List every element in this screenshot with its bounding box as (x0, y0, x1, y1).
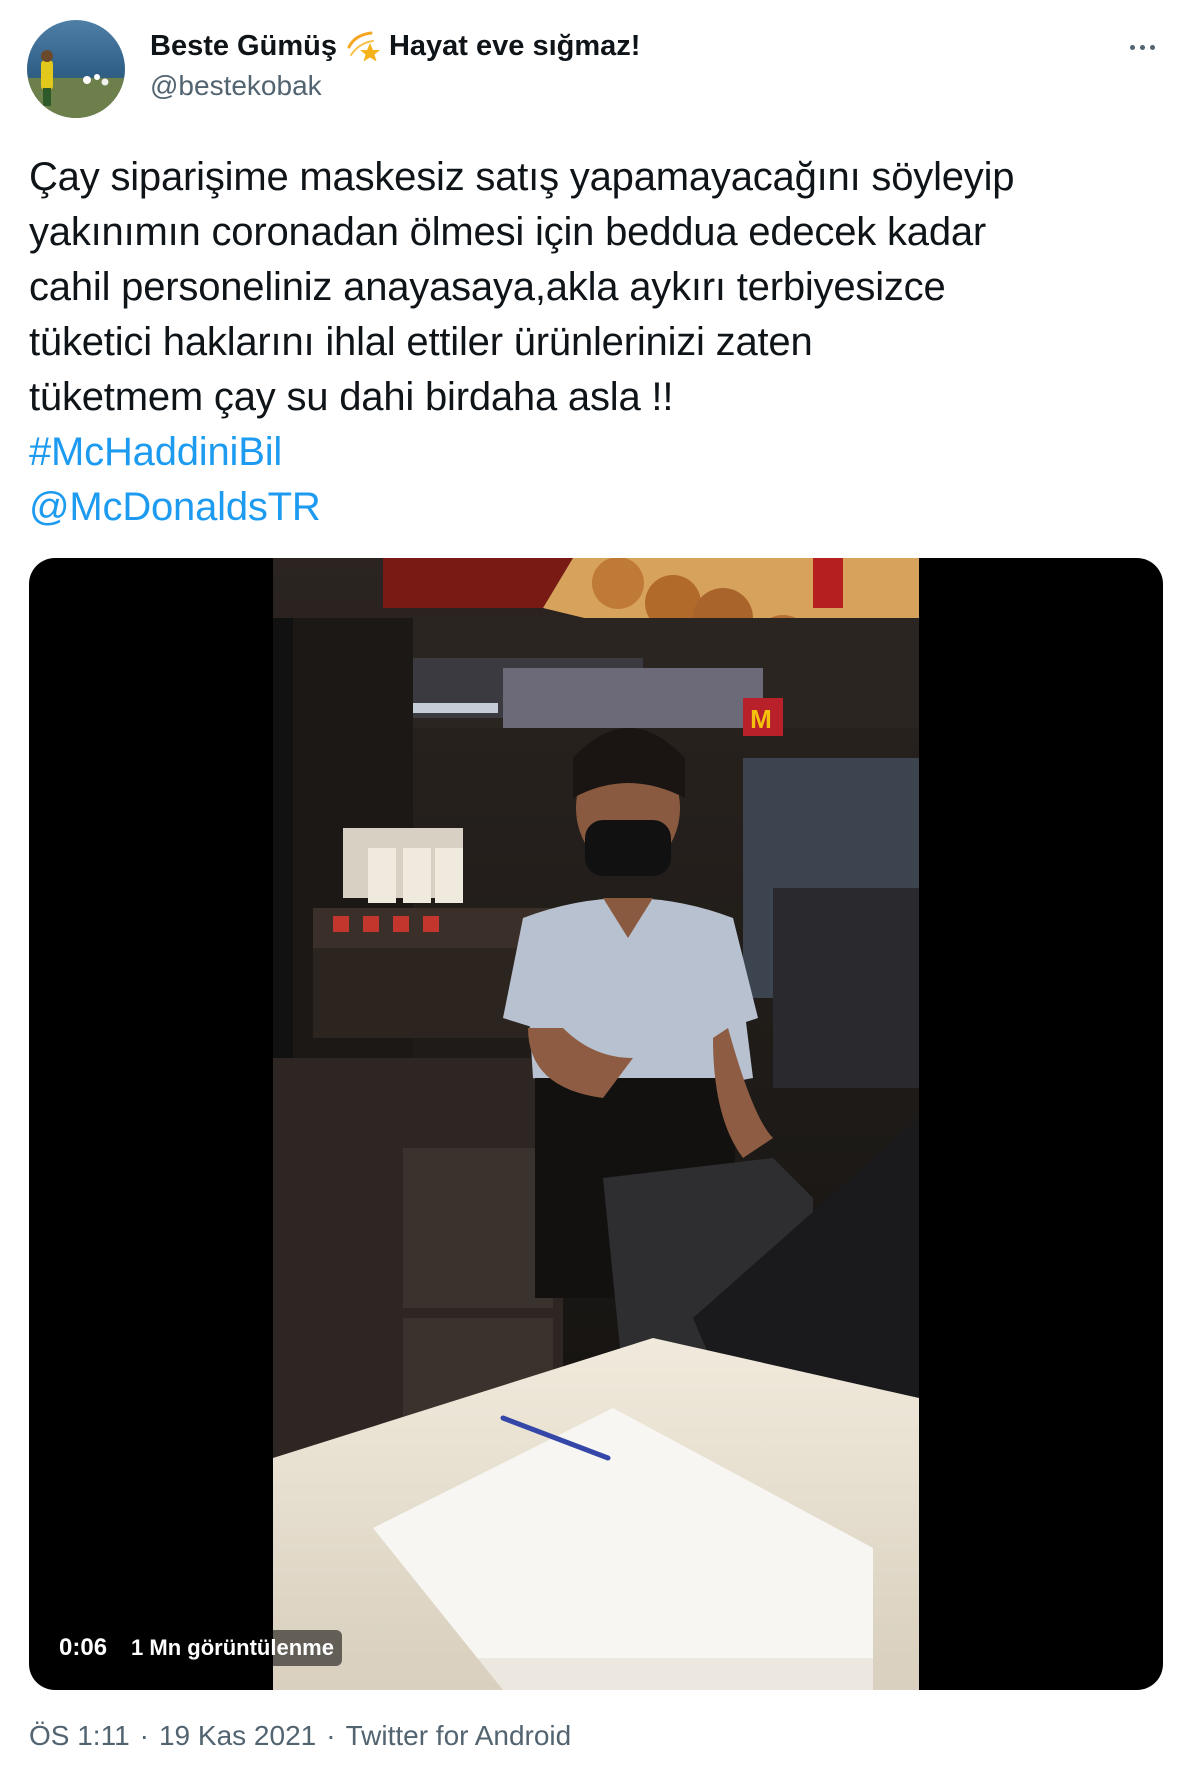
video-info-badge: 0:06 1 Mn görüntülenme (49, 1628, 352, 1668)
separator: · (326, 1720, 336, 1751)
separator: · (139, 1720, 149, 1751)
video-player[interactable]: M 0:06 1 Mn görüntülenme (29, 558, 1163, 1690)
tweet-line: cahil personeliniz anayasaya,akla aykırı… (29, 265, 946, 309)
video-duration: 0:06 (59, 1634, 108, 1661)
more-options-icon[interactable] (1122, 32, 1162, 62)
tweet-card: Beste Gümüş Hayat eve sığmaz! @bestekoba… (0, 0, 1200, 1782)
tweet-metadata: ÖS 1:11 · 19 Kas 2021 · Twitter for Android (29, 1720, 571, 1752)
tweet-text: Çay siparişime maskesiz satış yapamayaca… (29, 150, 1169, 535)
dizzy-star-icon (345, 27, 383, 65)
tweet-date[interactable]: 19 Kas 2021 (159, 1720, 316, 1751)
mention-link[interactable]: @McDonaldsTR (29, 480, 1169, 535)
handle[interactable]: @bestekobak (150, 70, 640, 102)
video-thumbnail: M (273, 558, 919, 1690)
display-name[interactable]: Beste Gümüş (150, 30, 337, 63)
bio-suffix: Hayat eve sığmaz! (388, 29, 641, 62)
tweet-source[interactable]: Twitter for Android (346, 1720, 572, 1751)
tweet-line: Çay siparişime maskesiz satış yapamayaca… (29, 155, 1015, 199)
tweet-line: tüketici haklarını ihlal ettiler ürünler… (29, 320, 813, 364)
hashtag-link[interactable]: #McHaddiniBil (29, 425, 1169, 480)
video-view-count: 1 Mn görüntülenme (123, 1630, 342, 1666)
user-info: Beste Gümüş Hayat eve sığmaz! @bestekoba… (150, 26, 640, 106)
tweet-line: tüketmem çay su dahi birdaha asla !! (29, 375, 674, 419)
svg-text:M: M (750, 704, 772, 734)
tweet-time[interactable]: ÖS 1:11 (29, 1720, 130, 1751)
tweet-line: yakınımın coronadan ölmesi için beddua e… (29, 210, 987, 254)
display-name-row: Beste Gümüş Hayat eve sığmaz! (150, 26, 640, 66)
avatar[interactable] (27, 20, 125, 118)
